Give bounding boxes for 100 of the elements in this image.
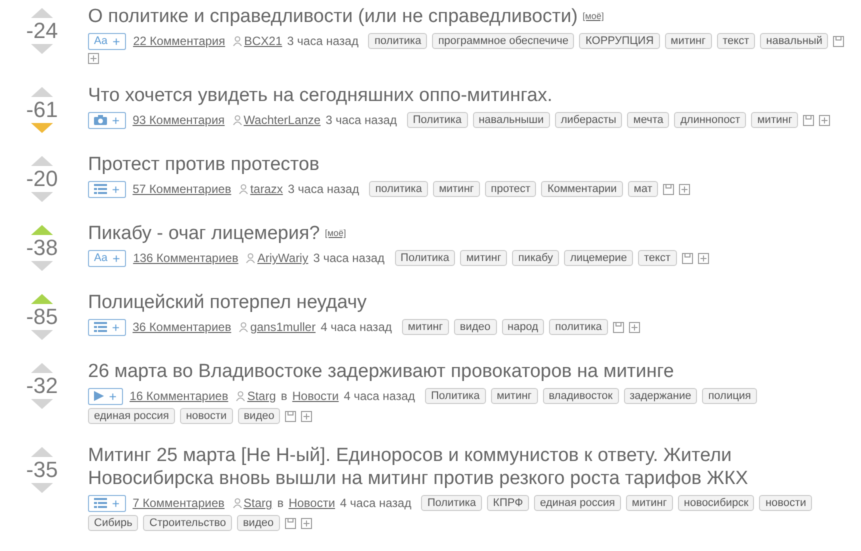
post-title[interactable]: Пикабу - очаг лицемерия? <box>88 222 320 245</box>
author-link[interactable]: Starg <box>247 387 276 405</box>
tag[interactable]: лицемерие <box>564 250 633 266</box>
tag[interactable]: митинг <box>460 250 508 266</box>
tag[interactable]: политика <box>549 319 608 335</box>
post-title[interactable]: 26 марта во Владивостоке задерживают провокаторов на митинге <box>88 360 674 383</box>
upvote-arrow-icon[interactable] <box>31 447 53 457</box>
plus-icon[interactable] <box>88 53 99 64</box>
tag[interactable]: текст <box>638 250 676 266</box>
score: -32 <box>26 373 58 399</box>
tag[interactable]: митинг <box>432 181 480 197</box>
save-icon[interactable] <box>663 184 674 194</box>
tag[interactable]: пикабу <box>512 250 560 266</box>
save-icon[interactable] <box>682 252 692 264</box>
tag[interactable]: программное обеспечиче <box>432 33 574 49</box>
save-icon[interactable] <box>833 36 844 46</box>
tag[interactable]: новосибирск <box>678 495 754 511</box>
tag[interactable]: видео <box>238 408 280 424</box>
downvote-arrow-icon[interactable] <box>31 261 53 271</box>
author-link[interactable]: tarazx <box>250 180 283 198</box>
tag[interactable]: новости <box>759 495 812 511</box>
downvote-arrow-icon[interactable] <box>31 192 53 202</box>
comments-link[interactable]: 57 Комментариев <box>132 180 232 198</box>
tag[interactable]: задержание <box>624 388 698 404</box>
tag[interactable]: текст <box>716 33 756 49</box>
tag[interactable]: протест <box>484 181 536 197</box>
post-title[interactable]: Протест против протестов <box>88 153 320 176</box>
tag[interactable]: митинг <box>626 495 673 511</box>
plus-icon[interactable] <box>679 184 690 194</box>
upvote-arrow-icon[interactable] <box>31 294 53 304</box>
tag[interactable]: либерасты <box>554 112 622 128</box>
tag[interactable]: навальныши <box>472 112 550 128</box>
author-link[interactable]: Starg <box>244 494 272 512</box>
downvote-arrow-icon[interactable] <box>31 483 53 493</box>
mine-link[interactable]: [моё] <box>324 228 346 238</box>
tag[interactable]: Строительство <box>143 515 232 531</box>
tag[interactable]: мат <box>628 181 658 197</box>
post-time: 3 часа назад <box>287 33 358 50</box>
tag[interactable]: Сибирь <box>88 515 138 531</box>
upvote-arrow-icon[interactable] <box>31 87 53 97</box>
post-title[interactable]: О политике и справедливости (или не справедливости) <box>88 5 578 28</box>
tag[interactable]: Комментарии <box>541 181 623 197</box>
save-icon[interactable] <box>612 322 624 332</box>
tag[interactable]: митинг <box>751 112 798 128</box>
tag[interactable]: единая россия <box>534 495 621 511</box>
tag[interactable]: видео <box>454 319 497 335</box>
post-title[interactable]: Митинг 25 марта [Не Н-ый]. Единоросов и коммунистов к ответу. Жители Новосибирска вновь вышли на митинг против резкого роста тарифов ЖКХ <box>88 444 847 490</box>
post-title[interactable]: Что хочется увидеть на сегодняшних оппо-митингах. <box>88 84 552 107</box>
upvote-arrow-icon[interactable] <box>31 225 53 235</box>
downvote-arrow-icon[interactable] <box>31 44 53 54</box>
author-link[interactable]: gans1muller <box>250 318 316 336</box>
comments-link[interactable]: 16 Комментариев <box>130 387 228 405</box>
tag[interactable]: единая россия <box>88 408 175 424</box>
plus-icon[interactable] <box>300 518 312 528</box>
tag[interactable]: мечта <box>627 112 670 128</box>
upvote-arrow-icon[interactable] <box>31 363 53 373</box>
post-title[interactable]: Полицейский потерпел неудачу <box>88 291 367 314</box>
author-link[interactable]: BCX21 <box>244 32 282 50</box>
save-icon[interactable] <box>285 410 296 422</box>
community-link[interactable]: Новости <box>288 494 336 512</box>
downvote-arrow-icon[interactable] <box>31 123 53 133</box>
comments-link[interactable]: 7 Комментариев <box>132 494 225 512</box>
plus-icon[interactable] <box>628 322 640 332</box>
save-icon[interactable] <box>803 114 814 126</box>
comments-link[interactable]: 93 Комментария <box>132 111 225 129</box>
tag[interactable]: митинг <box>490 388 538 404</box>
tag[interactable]: народ <box>502 319 544 335</box>
tag[interactable]: политика <box>369 181 428 197</box>
tag[interactable]: КПРФ <box>487 495 529 511</box>
community-link[interactable]: Новости <box>292 387 339 405</box>
upvote-arrow-icon[interactable] <box>31 156 53 166</box>
save-icon[interactable] <box>284 518 296 528</box>
tag[interactable]: Политика <box>425 388 486 404</box>
tag[interactable]: Политика <box>421 495 482 511</box>
plus-icon[interactable] <box>698 252 708 264</box>
comments-link[interactable]: 22 Комментария <box>133 32 226 50</box>
add-label: + <box>112 496 120 510</box>
comments-link[interactable]: 36 Комментариев <box>132 318 232 336</box>
upvote-arrow-icon[interactable] <box>31 8 53 18</box>
tag[interactable]: Политика <box>406 112 468 128</box>
tag[interactable]: митинг <box>402 319 449 335</box>
tag[interactable]: видео <box>236 515 280 531</box>
downvote-arrow-icon[interactable] <box>31 330 53 340</box>
tag[interactable]: КОРРУПЦИЯ <box>579 33 660 49</box>
plus-icon[interactable] <box>819 114 830 126</box>
tag[interactable]: Политика <box>394 250 456 266</box>
plus-icon[interactable] <box>301 410 312 422</box>
tag[interactable]: длиннопост <box>674 112 746 128</box>
tag[interactable]: новости <box>180 408 233 424</box>
tag[interactable]: митинг <box>664 33 712 49</box>
tag[interactable]: политика <box>368 33 428 49</box>
author-link[interactable]: AriyWariy <box>257 249 308 267</box>
tag[interactable]: навальный <box>760 33 828 49</box>
play-icon <box>94 391 104 401</box>
downvote-arrow-icon[interactable] <box>31 399 53 409</box>
mine-link[interactable]: [моё] <box>582 11 604 21</box>
comments-link[interactable]: 136 Комментариев <box>133 249 238 267</box>
tag[interactable]: полиция <box>702 388 758 404</box>
tag[interactable]: владивосток <box>542 388 619 404</box>
author-link[interactable]: WachterLanze <box>244 111 321 129</box>
